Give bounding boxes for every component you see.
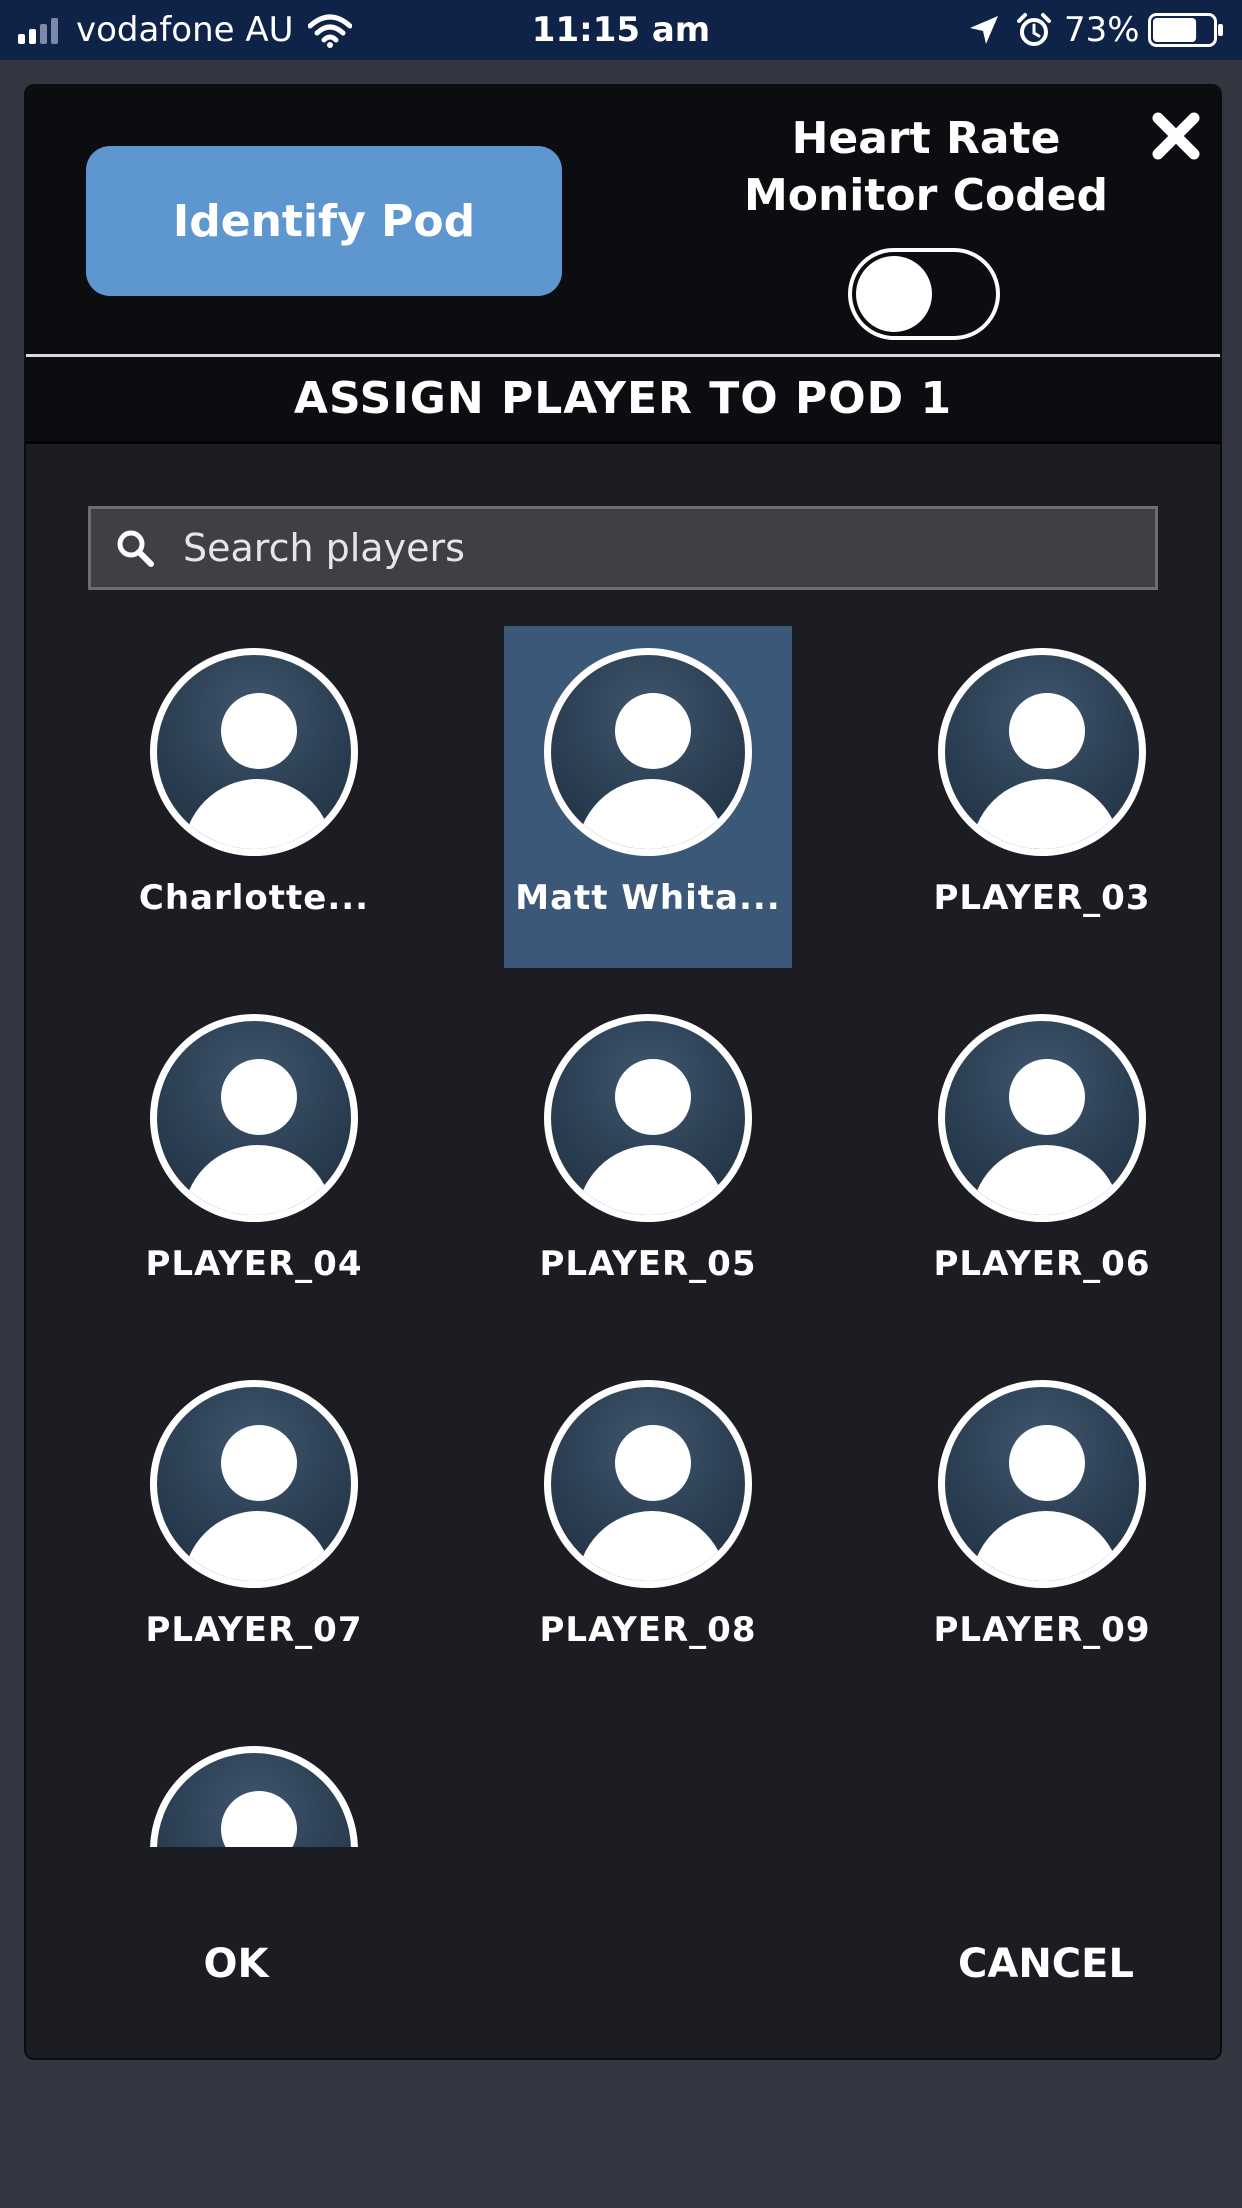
battery-icon (1148, 13, 1223, 47)
alarm-clock-icon (1017, 13, 1051, 46)
player-tile[interactable]: PLAYER_09 (898, 1358, 1186, 1700)
avatar-body (183, 779, 333, 849)
close-icon[interactable] (1148, 108, 1204, 164)
user-avatar-icon (150, 1014, 358, 1222)
search-box[interactable] (88, 506, 1158, 590)
user-avatar-icon (544, 648, 752, 856)
location-arrow-icon (970, 16, 998, 44)
avatar-body (577, 779, 727, 849)
hr-label-line1: Heart Rate (791, 113, 1061, 164)
user-avatar-icon (150, 1746, 358, 1847)
user-avatar-icon (544, 1014, 752, 1222)
user-avatar-icon (150, 648, 358, 856)
avatar-head (615, 693, 691, 769)
player-tile[interactable]: PLAYER_06 (898, 992, 1186, 1334)
avatar-body (971, 1511, 1121, 1581)
avatar-body (183, 1511, 333, 1581)
avatar-body (971, 1145, 1121, 1215)
avatar-head (221, 1059, 297, 1135)
player-name: PLAYER_05 (539, 1244, 757, 1284)
avatar-head (615, 1425, 691, 1501)
avatar-body (971, 779, 1121, 849)
heart-rate-monitor-label: Heart Rate Monitor Coded (716, 110, 1136, 224)
avatar-head (1009, 693, 1085, 769)
player-name: PLAYER_07 (145, 1610, 363, 1650)
player-tile[interactable] (110, 1724, 398, 1847)
user-avatar-icon (938, 648, 1146, 856)
ok-button[interactable]: OK (176, 1924, 296, 2004)
assign-player-dialog: Identify Pod Heart Rate Monitor Coded AS… (24, 84, 1222, 2060)
player-tile[interactable]: PLAYER_05 (504, 992, 792, 1334)
avatar-head (1009, 1425, 1085, 1501)
avatar-head (221, 1425, 297, 1501)
avatar-head (1009, 1059, 1085, 1135)
player-tile[interactable]: PLAYER_03 (898, 626, 1186, 968)
player-name: PLAYER_08 (539, 1610, 757, 1650)
avatar-head (615, 1059, 691, 1135)
user-avatar-icon (938, 1014, 1146, 1222)
user-avatar-icon (938, 1380, 1146, 1588)
player-tile[interactable]: Matt Whita... (504, 626, 792, 968)
player-tile[interactable]: Charlotte... (110, 626, 398, 968)
player-tile[interactable]: PLAYER_04 (110, 992, 398, 1334)
user-avatar-icon (544, 1380, 752, 1588)
player-name: PLAYER_09 (933, 1610, 1151, 1650)
heart-rate-monitor-toggle[interactable] (848, 248, 1000, 340)
toggle-knob (856, 256, 932, 332)
cancel-button[interactable]: CANCEL (926, 1924, 1166, 2004)
search-input[interactable] (183, 513, 1155, 583)
avatar-body (577, 1511, 727, 1581)
player-tile[interactable]: PLAYER_08 (504, 1358, 792, 1700)
player-name: PLAYER_04 (145, 1244, 363, 1284)
player-grid: Charlotte... Matt Whita... PLAYER_03 PLAYER… (26, 626, 1220, 1847)
player-name: PLAYER_03 (933, 878, 1151, 918)
clock: 11:15 am (531, 10, 711, 50)
dialog-title: ASSIGN PLAYER TO POD 1 (26, 357, 1220, 444)
avatar-head (221, 1791, 297, 1847)
hr-label-line2: Monitor Coded (743, 170, 1109, 221)
search-icon (117, 530, 154, 567)
battery-percentage: 73% (1064, 10, 1140, 50)
avatar-body (183, 1145, 333, 1215)
player-tile[interactable]: PLAYER_07 (110, 1358, 398, 1700)
user-avatar-icon (150, 1380, 358, 1588)
avatar-head (221, 693, 297, 769)
player-name: Matt Whita... (515, 878, 781, 918)
identify-pod-button[interactable]: Identify Pod (86, 146, 562, 296)
status-bar: vodafone AU 11:15 am 73% (0, 0, 1242, 60)
avatar-body (577, 1145, 727, 1215)
player-name: PLAYER_06 (933, 1244, 1151, 1284)
player-name: Charlotte... (138, 878, 370, 918)
